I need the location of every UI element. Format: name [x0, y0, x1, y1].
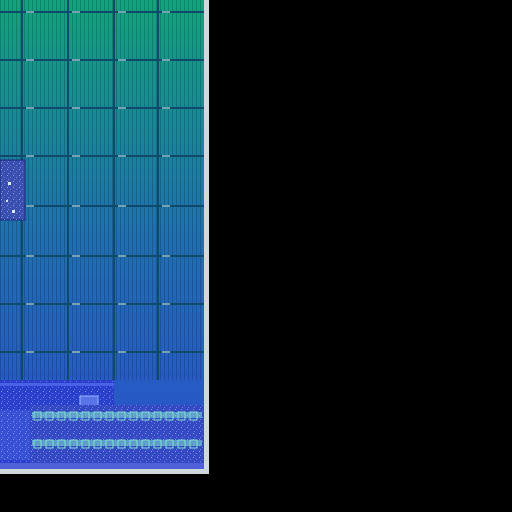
die-photograph: [0, 0, 512, 512]
grid-marker: [118, 351, 126, 353]
grid-marker: [162, 255, 170, 257]
grid-marker: [72, 155, 80, 157]
grid-marker: [72, 107, 80, 109]
grid-marker: [162, 303, 170, 305]
die-texture: [0, 0, 204, 380]
die-edge-ring-right: [204, 0, 209, 474]
grid-marker: [162, 11, 170, 13]
grid-marker: [118, 303, 126, 305]
grid-marker: [26, 11, 34, 13]
grid-marker: [118, 107, 126, 109]
die-edge-ring-bottom: [0, 469, 209, 474]
grid-marker: [118, 59, 126, 61]
grid-marker: [118, 155, 126, 157]
grid-marker: [72, 11, 80, 13]
grid-marker: [72, 205, 80, 207]
grid-marker: [26, 155, 34, 157]
grid-marker: [162, 59, 170, 61]
grid-marker: [26, 205, 34, 207]
die-photo-scene: [0, 0, 512, 512]
bottom-pad-row: [0, 463, 205, 469]
grid-marker: [72, 59, 80, 61]
grid-marker: [72, 255, 80, 257]
grid-marker: [118, 255, 126, 257]
grid-marker: [162, 155, 170, 157]
grid-marker: [26, 351, 34, 353]
grid-marker: [162, 107, 170, 109]
grid-marker: [26, 107, 34, 109]
io-strip: [30, 405, 204, 465]
grid-marker: [72, 351, 80, 353]
left-logic-island: [0, 159, 26, 221]
grid-marker: [26, 255, 34, 257]
grid-marker: [26, 59, 34, 61]
grid-marker: [118, 205, 126, 207]
grid-marker: [162, 205, 170, 207]
grid-marker: [72, 303, 80, 305]
grid-marker: [26, 303, 34, 305]
grid-marker: [162, 351, 170, 353]
grid-marker: [118, 11, 126, 13]
